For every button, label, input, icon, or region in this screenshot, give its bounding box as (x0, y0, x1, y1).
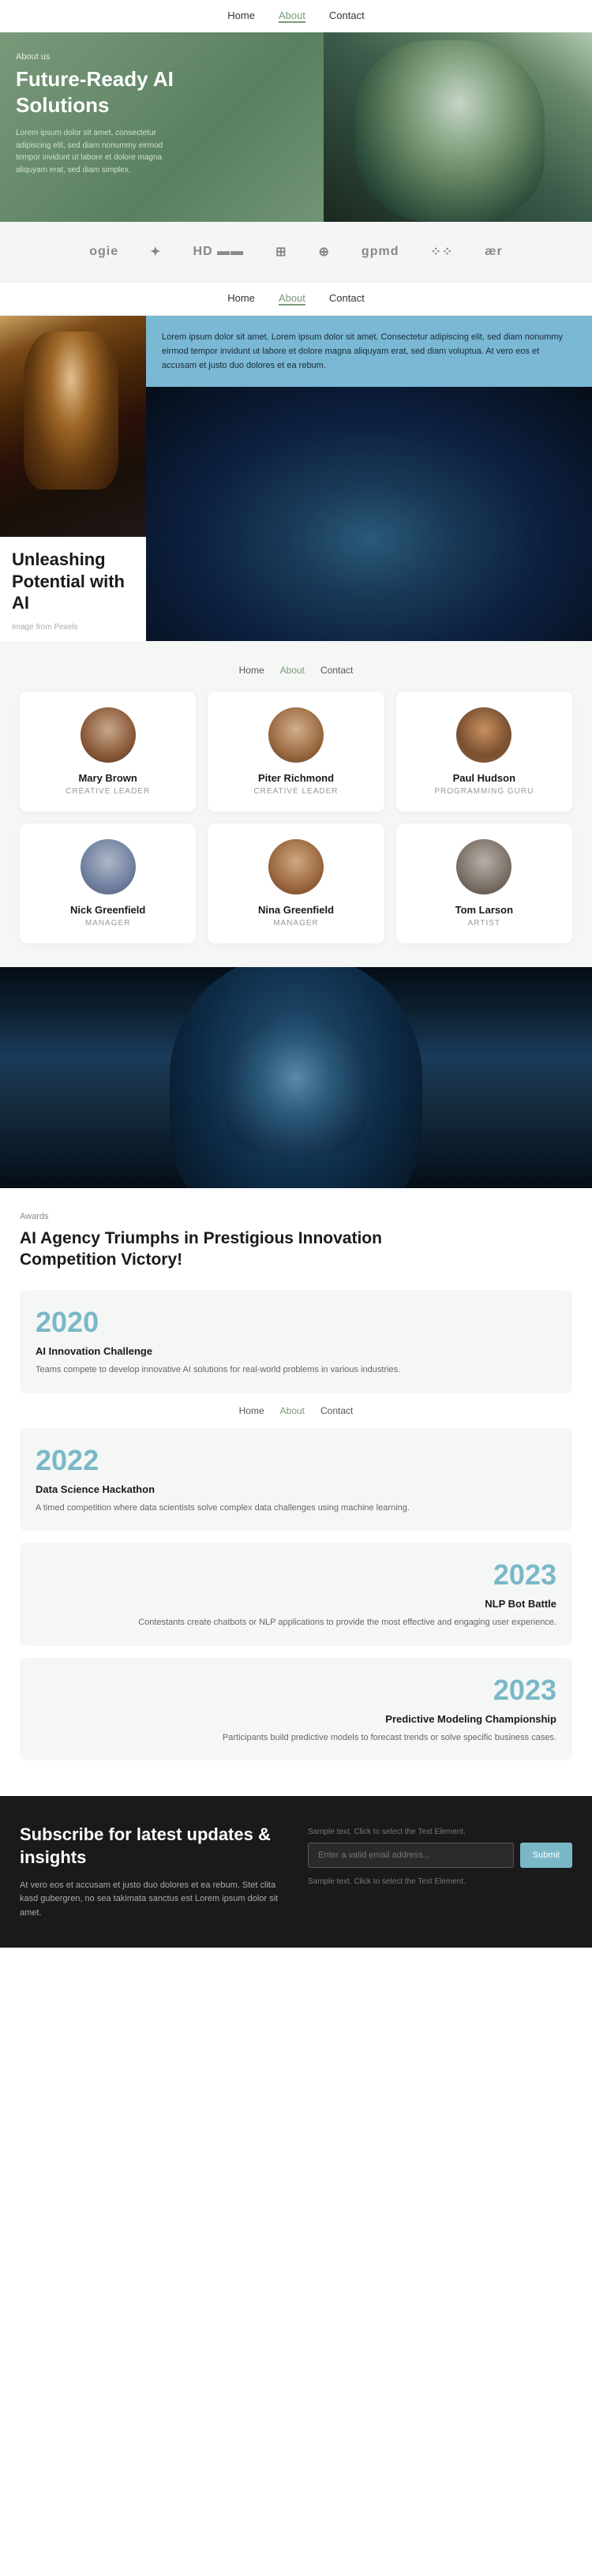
team-name-mary: Mary Brown (32, 772, 184, 784)
awards-label: Awards (20, 1212, 572, 1221)
team-card-tom: Tom Larson ARTIST (396, 823, 572, 943)
award-card-nlp: 2023 NLP Bot Battle Contestants create c… (20, 1543, 572, 1646)
awards-nav-contact[interactable]: Contact (320, 1405, 353, 1416)
team-section: Home About Contact Mary Brown CREATIVE L… (0, 641, 592, 967)
team-nav-home[interactable]: Home (239, 665, 264, 676)
logo-star: ✦ (150, 244, 161, 260)
subscribe-section: Subscribe for latest updates & insights … (0, 1796, 592, 1948)
info-text: Lorem ipsum dolor sit amet. Lorem ipsum … (162, 330, 576, 373)
robot-face-image (146, 387, 592, 640)
award-name-2022: Data Science Hackathon (36, 1483, 556, 1495)
unleashing-caption: Image from Pexels (12, 623, 77, 632)
team-role-mary: CREATIVE LEADER (32, 787, 184, 796)
award-name-predictive: Predictive Modeling Championship (36, 1713, 556, 1725)
avatar-piter (268, 707, 324, 763)
unleashing-right: Lorem ipsum dolor sit amet. Lorem ipsum … (146, 316, 592, 641)
award-desc-2020: Teams compete to develop innovative AI s… (36, 1363, 556, 1378)
team-name-paul: Paul Hudson (408, 772, 560, 784)
subscribe-sample-text2: Sample text. Click to select the Text El… (308, 1877, 572, 1886)
award-desc-predictive: Participants build predictive models to … (36, 1731, 556, 1745)
logo-gpmd: gpmd (362, 245, 399, 259)
email-input[interactable] (308, 1843, 514, 1868)
subscribe-left: Subscribe for latest updates & insights … (20, 1824, 284, 1920)
unleashing-title: Unleashing Potential with AI (12, 549, 134, 614)
submit-button[interactable]: Submit (520, 1843, 572, 1868)
logo-ogie: ogie (89, 245, 118, 259)
award-year-predictive: 2023 (36, 1674, 556, 1707)
award-desc-nlp: Contestants create chatbots or NLP appli… (36, 1616, 556, 1630)
team-card-nick: Nick Greenfield MANAGER (20, 823, 196, 943)
avatar-nick (81, 839, 136, 894)
hero-robot-image (324, 32, 592, 222)
awards-nav: Home About Contact (20, 1405, 572, 1416)
subscribe-description: At vero eos et accusam et justo duo dolo… (20, 1879, 284, 1921)
logo-hd: HD ▬▬ (193, 245, 245, 259)
team-name-tom: Tom Larson (408, 904, 560, 916)
unleashing-section: Unleashing Potential with AI Image from … (0, 316, 592, 641)
subscribe-right: Sample text. Click to select the Text El… (308, 1824, 572, 1920)
team-grid: Mary Brown CREATIVE LEADER Piter Richmon… (20, 692, 572, 943)
awards-section: Awards AI Agency Triumphs in Prestigious… (0, 1188, 592, 1797)
hero-label: About us (16, 52, 308, 62)
secondary-nav: Home About Contact (0, 282, 592, 316)
subscribe-title: Subscribe for latest updates & insights (20, 1824, 284, 1869)
main-nav: Home About Contact (0, 0, 592, 32)
robot-warrior-image (0, 316, 146, 537)
team-card-mary: Mary Brown CREATIVE LEADER (20, 692, 196, 812)
team-nav-about[interactable]: About (280, 665, 305, 676)
nav2-contact[interactable]: Contact (329, 292, 365, 306)
award-card-2022: 2022 Data Science Hackathon A timed comp… (20, 1428, 572, 1532)
subscribe-sample-text: Sample text. Click to select the Text El… (308, 1828, 572, 1836)
award-year-2022: 2022 (36, 1444, 556, 1477)
team-role-nina: MANAGER (219, 919, 372, 928)
team-nav-contact[interactable]: Contact (320, 665, 353, 676)
subscribe-form: Submit (308, 1843, 572, 1868)
logo-dots: ⁘⁘ (430, 244, 453, 260)
nav2-home[interactable]: Home (227, 292, 255, 306)
robot-warrior-container: Unleashing Potential with AI Image from … (0, 316, 146, 641)
avatar-mary (81, 707, 136, 763)
team-nav: Home About Contact (16, 665, 576, 676)
award-card-2020: 2020 AI Innovation Challenge Teams compe… (20, 1290, 572, 1393)
team-name-nick: Nick Greenfield (32, 904, 184, 916)
robot-full-section (0, 967, 592, 1188)
unleashing-text-container: Unleashing Potential with AI Image from … (0, 537, 146, 641)
nav2-about[interactable]: About (279, 292, 305, 306)
avatar-nina (268, 839, 324, 894)
hero-section: About us Future-Ready AI Solutions Lorem… (0, 32, 592, 222)
logo-ae: ær (485, 245, 502, 259)
team-card-paul: Paul Hudson PROGRAMMING GURU (396, 692, 572, 812)
team-role-nick: MANAGER (32, 919, 184, 928)
award-card-predictive: 2023 Predictive Modeling Championship Pa… (20, 1658, 572, 1761)
award-desc-2022: A timed competition where data scientist… (36, 1502, 556, 1516)
team-name-piter: Piter Richmond (219, 772, 372, 784)
logo-circle: ⊕ (319, 244, 330, 260)
nav-home[interactable]: Home (227, 9, 255, 23)
logo-grid: ⊞ (275, 244, 287, 260)
nav-contact[interactable]: Contact (329, 9, 365, 23)
logos-section: ogie ✦ HD ▬▬ ⊞ ⊕ gpmd ⁘⁘ ær (0, 222, 592, 282)
avatar-tom (456, 839, 511, 894)
awards-nav-home[interactable]: Home (239, 1405, 264, 1416)
team-name-nina: Nina Greenfield (219, 904, 372, 916)
award-year-nlp: 2023 (36, 1558, 556, 1592)
avatar-paul (456, 707, 511, 763)
awards-nav-about[interactable]: About (280, 1405, 305, 1416)
hero-title: Future-Ready AI Solutions (16, 66, 182, 118)
hero-description: Lorem ipsum dolor sit amet, consectetur … (16, 127, 182, 176)
award-name-nlp: NLP Bot Battle (36, 1598, 556, 1610)
awards-title: AI Agency Triumphs in Prestigious Innova… (20, 1228, 383, 1271)
team-card-nina: Nina Greenfield MANAGER (208, 823, 384, 943)
award-name-2020: AI Innovation Challenge (36, 1345, 556, 1357)
team-card-piter: Piter Richmond CREATIVE LEADER (208, 692, 384, 812)
info-box: Lorem ipsum dolor sit amet. Lorem ipsum … (146, 316, 592, 387)
team-role-paul: PROGRAMMING GURU (408, 787, 560, 796)
team-role-tom: ARTIST (408, 919, 560, 928)
team-role-piter: CREATIVE LEADER (219, 787, 372, 796)
logos-row: ogie ✦ HD ▬▬ ⊞ ⊕ gpmd ⁘⁘ ær (0, 238, 592, 266)
award-year-2020: 2020 (36, 1306, 556, 1339)
nav-about[interactable]: About (279, 9, 305, 23)
robot-full-visual (0, 967, 592, 1188)
